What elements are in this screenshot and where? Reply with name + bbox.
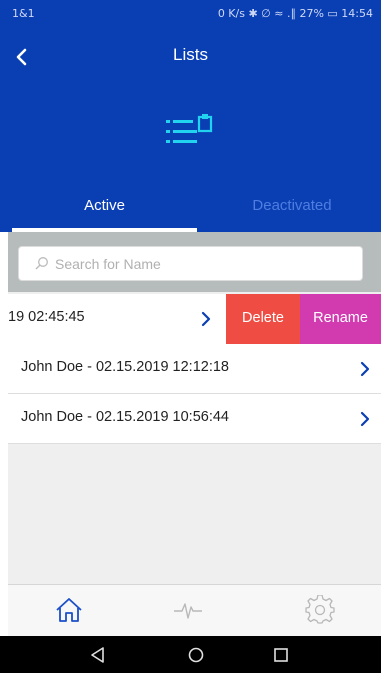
home-icon[interactable] bbox=[54, 595, 84, 625]
status-carrier: 1&1 bbox=[12, 7, 35, 20]
search-icon bbox=[35, 257, 48, 270]
search-input[interactable] bbox=[55, 252, 355, 276]
tab-bar: Active Deactivated bbox=[0, 184, 381, 232]
tab-deactivated[interactable]: Deactivated bbox=[197, 184, 381, 232]
status-bar: 1&1 0 K/s ✱ ∅ ≈ .∥ 27% ▭ 14:54 bbox=[0, 0, 381, 26]
back-triangle-icon[interactable] bbox=[88, 645, 108, 665]
list-item-label: John Doe - 02.15.2019 10:56:44 bbox=[21, 409, 229, 425]
bottom-tab-bar bbox=[8, 584, 381, 636]
list-item[interactable]: John Doe - 02.15.2019 10:56:44 bbox=[8, 394, 381, 444]
home-circle-icon[interactable] bbox=[186, 645, 206, 665]
recents-square-icon[interactable] bbox=[271, 645, 291, 665]
list-item-label: 19 02:45:45 bbox=[8, 309, 85, 325]
list-item-label: John Doe - 02.15.2019 12:12:18 bbox=[21, 359, 229, 375]
list-item[interactable]: John Doe - 02.15.2019 12:12:18 bbox=[8, 344, 381, 394]
tab-active[interactable]: Active bbox=[12, 184, 197, 232]
delete-button[interactable]: Delete bbox=[226, 294, 300, 344]
list-clipboard-icon bbox=[166, 114, 213, 143]
status-indicators: 0 K/s ✱ ∅ ≈ .∥ 27% ▭ 14:54 bbox=[217, 7, 373, 20]
swiped-list-item: 19 02:45:45 Delete Rename bbox=[0, 294, 381, 344]
header: 1&1 0 K/s ✱ ∅ ≈ .∥ 27% ▭ 14:54 Lists Act… bbox=[0, 0, 381, 232]
chevron-right-icon bbox=[360, 361, 370, 377]
chevron-right-icon bbox=[201, 311, 211, 327]
system-nav-bar bbox=[0, 636, 381, 673]
rename-button[interactable]: Rename bbox=[300, 294, 381, 344]
chevron-right-icon bbox=[360, 411, 370, 427]
search-field[interactable] bbox=[18, 246, 363, 281]
settings-icon[interactable] bbox=[305, 595, 335, 625]
list-item[interactable]: 19 02:45:45 bbox=[0, 294, 226, 344]
activity-icon[interactable] bbox=[173, 595, 203, 625]
page-title: Lists bbox=[173, 45, 208, 64]
